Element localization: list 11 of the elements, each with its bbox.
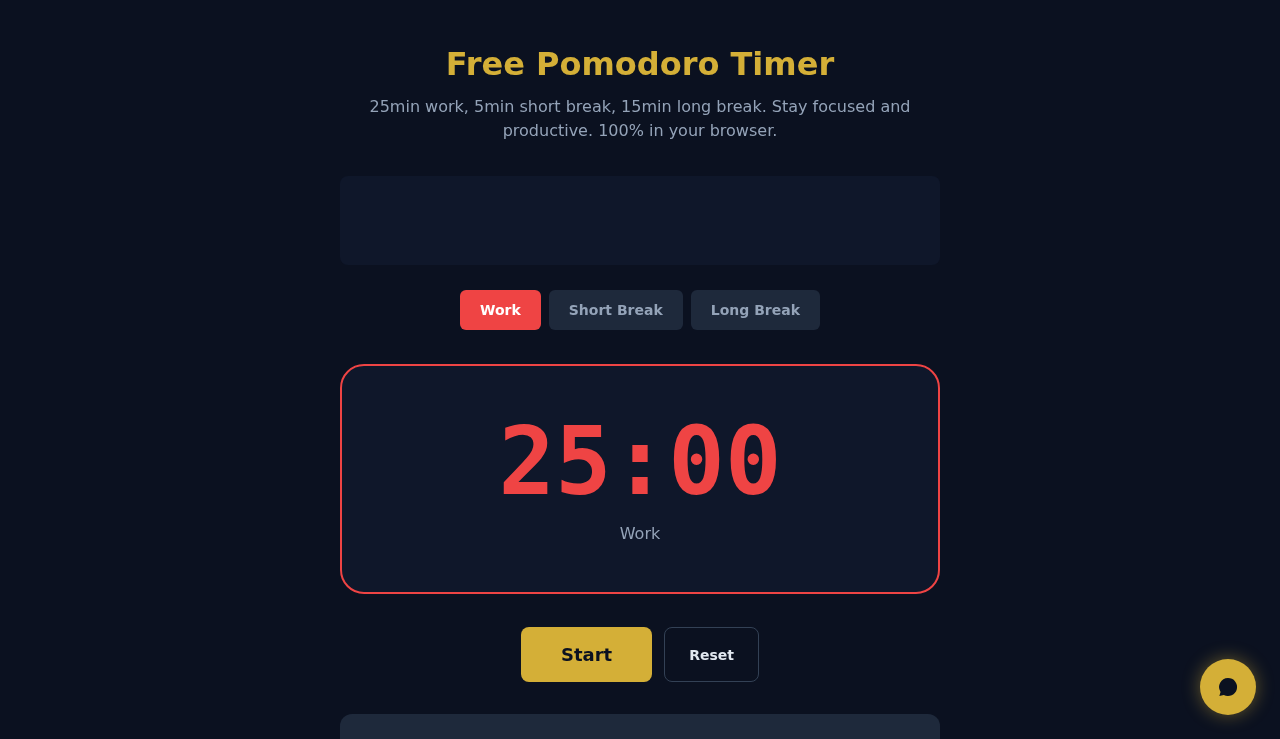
- mode-label: Work: [619, 524, 661, 544]
- page-subtitle: 25min work, 5min short break, 15min long break. Stay focused and productive. 100% in your browser.: [368, 96, 912, 142]
- mode-tab[interactable]: Work: [460, 290, 541, 330]
- timer-display: 25:00: [498, 408, 782, 516]
- start-button[interactable]: Start: [521, 627, 653, 682]
- reset-button[interactable]: Reset: [664, 627, 759, 682]
- page-title: Free Pomodoro Timer: [444, 45, 836, 83]
- chat-button[interactable]: [1200, 659, 1256, 715]
- mode-tab[interactable]: Long Break: [690, 290, 820, 330]
- mode-tab[interactable]: Short Break: [548, 290, 683, 330]
- speech-bubble-icon: [1218, 677, 1238, 697]
